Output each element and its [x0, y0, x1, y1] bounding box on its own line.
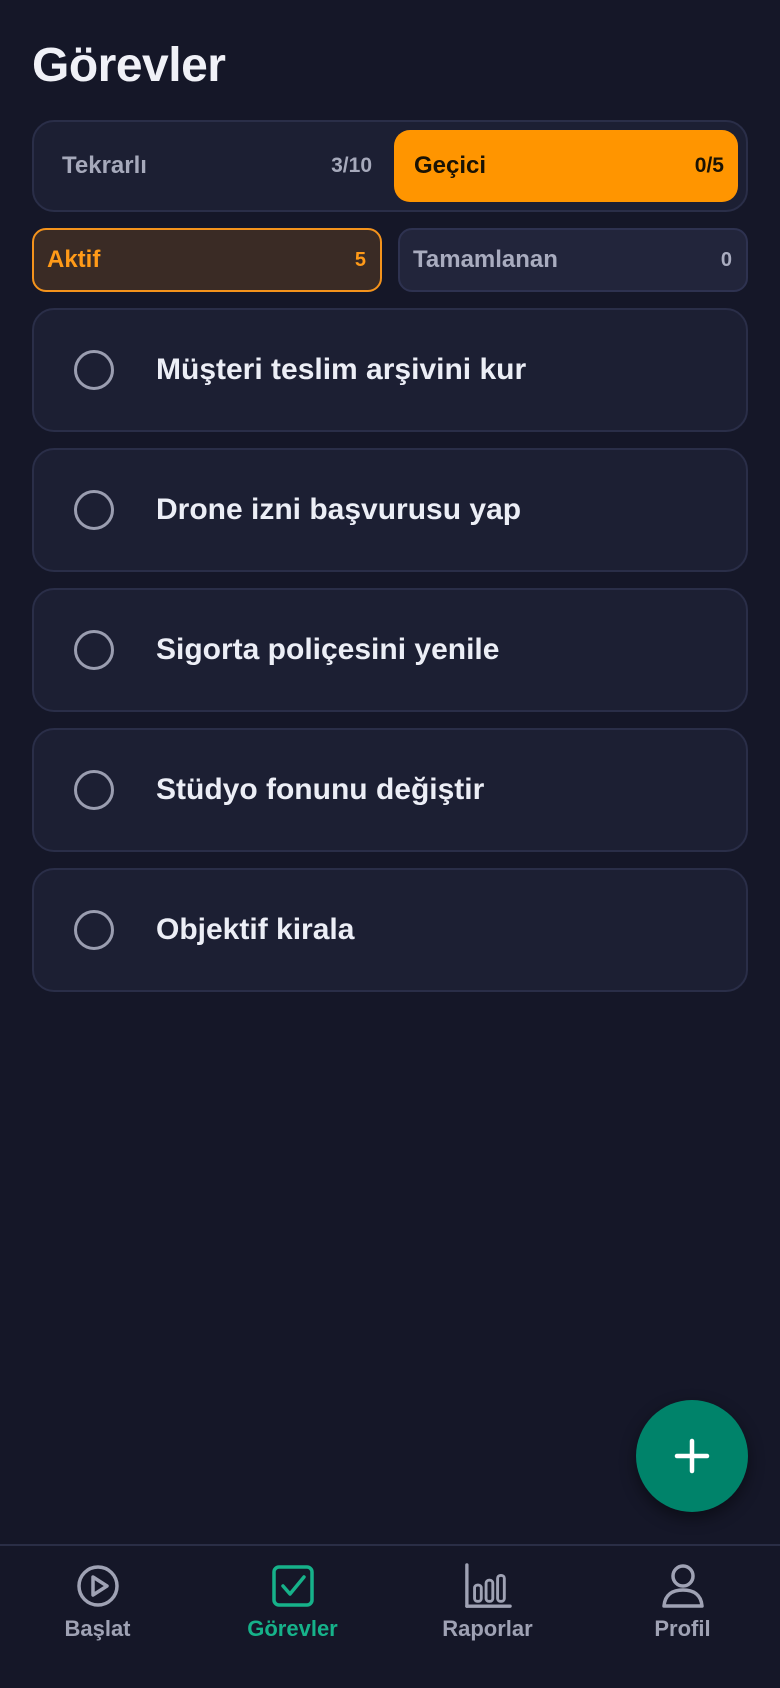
status-filters: Aktif 5 Tamamlanan 0	[32, 228, 748, 292]
segment-label: Tekrarlı	[62, 152, 147, 179]
filter-count: 0	[720, 248, 732, 271]
tab-label: Profil	[654, 1616, 711, 1641]
checkbox-icon	[269, 1562, 317, 1610]
add-task-button[interactable]	[636, 1400, 748, 1512]
task-item[interactable]: Sigorta poliçesini yenile	[32, 588, 748, 712]
task-type-segmented-control: Tekrarlı 3/10 Geçici 0/5	[32, 120, 748, 212]
task-checkbox[interactable]	[74, 630, 114, 670]
task-checkbox[interactable]	[74, 910, 114, 950]
task-title: Drone izni başvurusu yap	[156, 493, 522, 526]
tab-start[interactable]: Başlat	[0, 1546, 195, 1688]
segment-label: Geçici	[414, 152, 487, 179]
plus-icon	[674, 1438, 710, 1474]
filter-label: Tamamlanan	[413, 246, 558, 273]
segment-count: 3/10	[331, 154, 372, 177]
tab-profile[interactable]: Profil	[585, 1546, 780, 1688]
task-item[interactable]: Drone izni başvurusu yap	[32, 448, 748, 572]
tab-tasks[interactable]: Görevler	[195, 1546, 390, 1688]
filter-active[interactable]: Aktif 5	[32, 228, 382, 292]
segment-count: 0/5	[694, 154, 724, 177]
task-title: Sigorta poliçesini yenile	[156, 633, 500, 666]
task-title: Objektif kirala	[156, 913, 355, 946]
page-title: Görevler	[32, 39, 226, 92]
bar-chart-icon	[464, 1562, 512, 1610]
task-title: Müşteri teslim arşivini kur	[156, 353, 527, 386]
task-checkbox[interactable]	[74, 350, 114, 390]
task-item[interactable]: Stüdyo fonunu değiştir	[32, 728, 748, 852]
task-list: Müşteri teslim arşivini kur Drone izni b…	[32, 308, 748, 1008]
person-icon	[659, 1562, 707, 1610]
segment-temporary[interactable]: Geçici 0/5	[394, 130, 738, 202]
task-item[interactable]: Müşteri teslim arşivini kur	[32, 308, 748, 432]
task-checkbox[interactable]	[74, 770, 114, 810]
filter-label: Aktif	[47, 246, 101, 273]
tab-label: Raporlar	[442, 1616, 533, 1641]
task-item[interactable]: Objektif kirala	[32, 868, 748, 992]
task-title: Stüdyo fonunu değiştir	[156, 773, 485, 806]
bottom-tab-bar: Başlat Görevler Raporlar Profil	[0, 1544, 780, 1688]
task-checkbox[interactable]	[74, 490, 114, 530]
filter-completed[interactable]: Tamamlanan 0	[398, 228, 748, 292]
tab-reports[interactable]: Raporlar	[390, 1546, 585, 1688]
segment-recurring[interactable]: Tekrarlı 3/10	[42, 130, 386, 202]
tab-label: Başlat	[64, 1616, 131, 1641]
play-circle-icon	[74, 1562, 122, 1610]
filter-count: 5	[354, 248, 366, 271]
tab-label: Görevler	[247, 1616, 338, 1641]
